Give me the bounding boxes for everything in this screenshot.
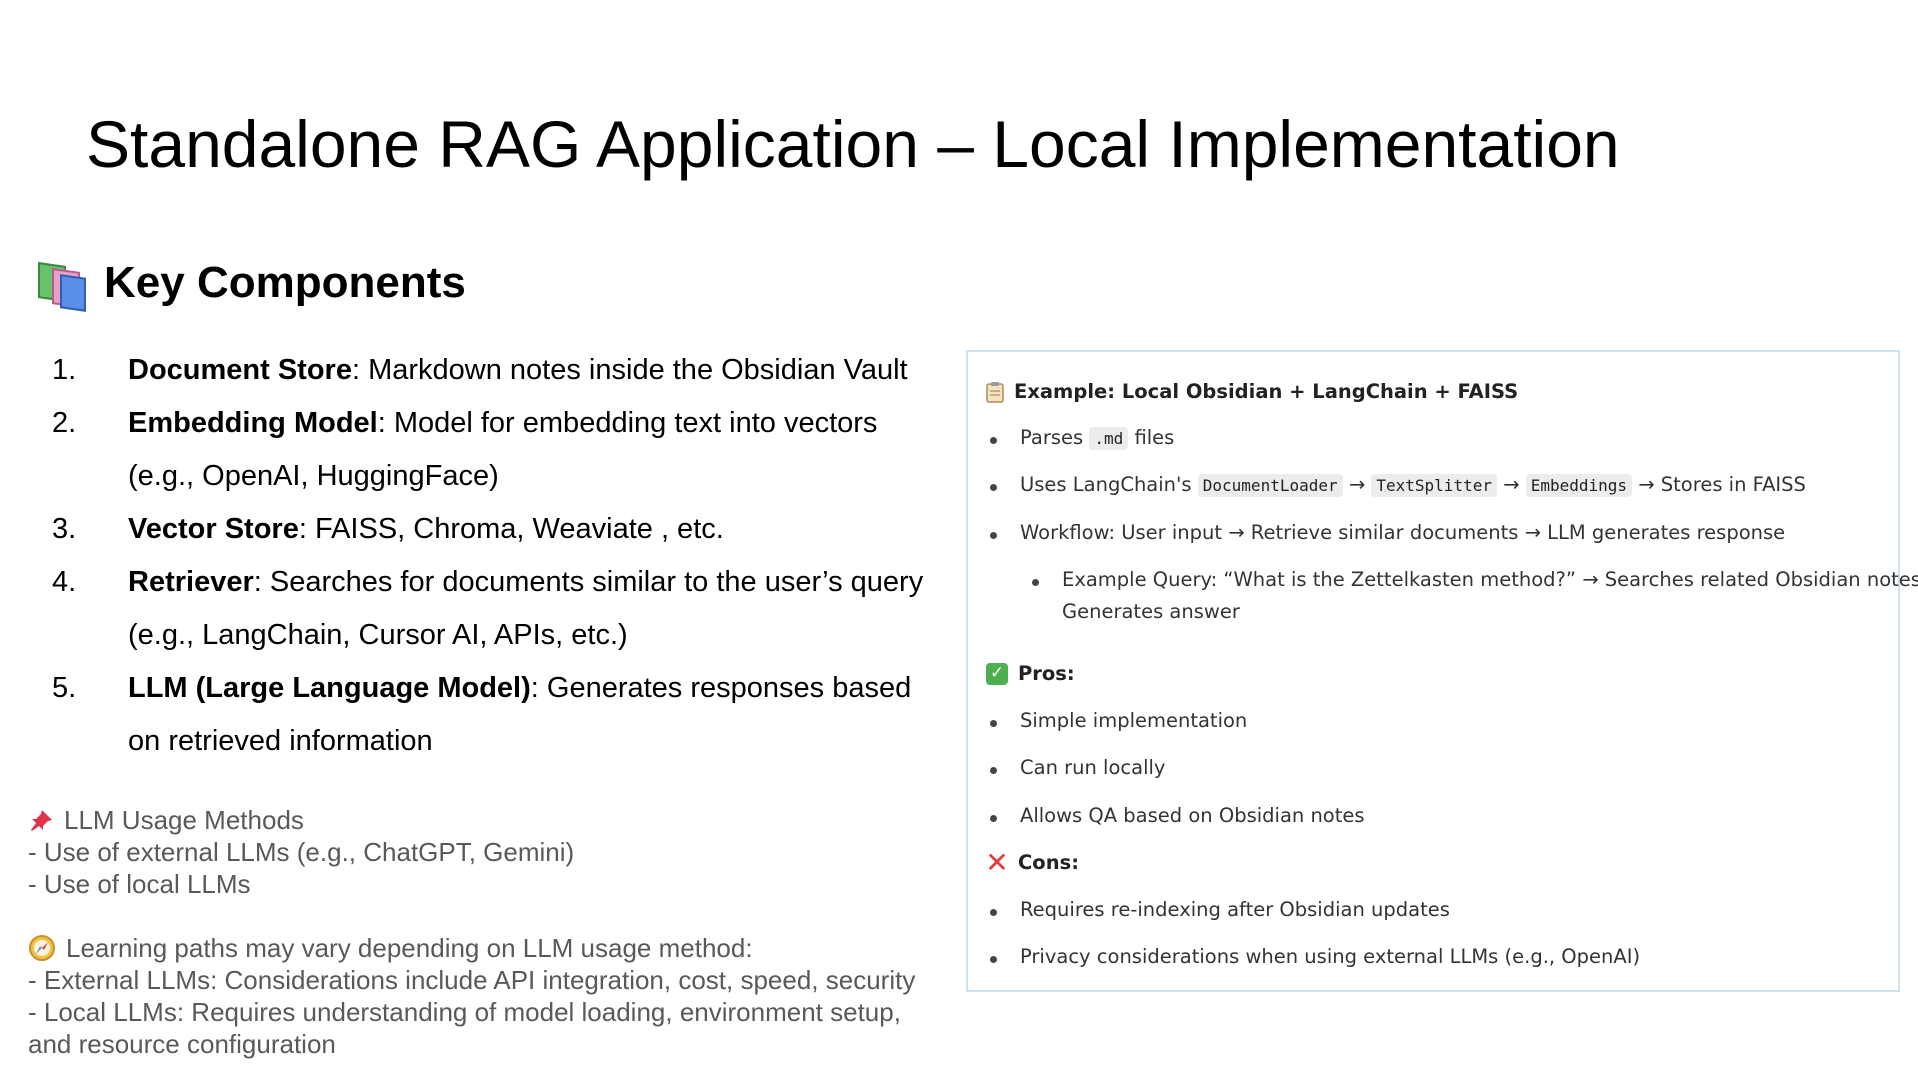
paths-line: - External LLMs: Considerations include … (28, 965, 916, 995)
usage-title: LLM Usage Methods (64, 805, 304, 835)
list-number: 1. (52, 354, 77, 386)
check-icon: ✓ (986, 662, 1008, 685)
list-item: Simple implementation (989, 709, 1248, 732)
paths-line: and resource configuration (28, 1029, 336, 1059)
llm-notes: LLM Usage Methods - Use of external LLMs… (28, 804, 915, 1060)
example-heading: Example: Local Obsidian + LangChain + FA… (986, 380, 1518, 403)
arrow: → (1348, 473, 1366, 496)
example-query-line: Example Query: “What is the Zettelkasten… (1062, 568, 1918, 591)
component-term: Embedding Model (128, 407, 378, 439)
paths-line: - Local LLMs: Requires understanding of … (28, 997, 901, 1027)
arrow: → (1503, 473, 1520, 496)
component-desc: : Markdown notes inside the Obsidian Vau… (351, 354, 908, 386)
embeddings-code: Embeddings (1525, 474, 1633, 497)
list-item: Requires re-indexing after Obsidian upda… (990, 898, 1450, 921)
cross-icon: ✕ (985, 845, 1009, 879)
uses-suffix: → Stores in FAISS (1638, 473, 1806, 496)
component-term: Retriever (128, 566, 254, 598)
component-desc: : FAISS, Chroma, Weaviate , etc. (298, 513, 724, 545)
list-item: 3. Vector Store: FAISS, Chroma, Weaviate… (50, 503, 950, 556)
parses-suffix: files (1134, 426, 1175, 449)
documentloader-code: DocumentLoader (1197, 474, 1343, 497)
cons-heading: ✕ Cons: (985, 845, 1079, 879)
usage-line: - Use of external LLMs (e.g., ChatGPT, G… (28, 837, 575, 867)
page-title: Standalone RAG Application – Local Imple… (86, 107, 1620, 181)
list-item: 2. Embedding Model: Model for embedding … (50, 397, 950, 503)
key-components-heading: Key Components (36, 258, 466, 312)
list-number: 3. (52, 513, 77, 545)
components-list: 1. Document Store: Markdown notes inside… (50, 344, 950, 768)
component-term: Vector Store (128, 513, 299, 545)
component-term: LLM (Large Language Model) (128, 672, 531, 704)
example-panel: Example: Local Obsidian + LangChain + FA… (966, 350, 1918, 992)
list-number: 5. (52, 672, 77, 704)
textsplitter-code: TextSplitter (1371, 474, 1497, 497)
example-heading-text: Example: Local Obsidian + LangChain + FA… (1014, 380, 1519, 403)
parses-prefix: Parses (1020, 426, 1084, 449)
list-item: 5. LLM (Large Language Model): Generates… (50, 662, 950, 768)
md-code: .md (1089, 427, 1129, 450)
list-item: Privacy considerations when using extern… (989, 945, 1641, 968)
sub-list-item: Example Query: “What is the Zettelkasten… (1032, 568, 1918, 623)
section-title: Key Components (104, 258, 466, 307)
list-item: 1. Document Store: Markdown notes inside… (50, 344, 950, 397)
uses-prefix: Uses LangChain's (1020, 473, 1192, 496)
books-icon (36, 260, 86, 312)
list-item: 4. Retriever: Searches for documents sim… (50, 556, 950, 662)
example-query-line: Generates answer (1062, 600, 1240, 623)
usage-line: - Use of local LLMs (28, 869, 251, 899)
paths-title-line: Learning paths may vary depending on LLM… (28, 932, 915, 964)
clipboard-icon (986, 381, 1004, 403)
pushpin-icon (31, 810, 52, 831)
paths-title: Learning paths may vary depending on LLM… (66, 933, 753, 963)
list-number: 2. (52, 407, 77, 439)
list-item: Uses LangChain's DocumentLoader → TextSp… (990, 473, 1806, 497)
list-item: Can run locally (989, 756, 1166, 779)
list-item: Workflow: User input → Retrieve similar … (989, 521, 1786, 544)
pros-heading: ✓ Pros: (986, 662, 1075, 685)
component-term: Document Store (128, 354, 352, 386)
list-item: Parses .md files (989, 426, 1175, 450)
cons-label: Cons: (1018, 851, 1079, 874)
list-item: Allows QA based on Obsidian notes (990, 804, 1365, 827)
compass-icon (29, 935, 55, 961)
pros-label: Pros: (1018, 662, 1075, 685)
usage-title-line: LLM Usage Methods (28, 804, 915, 836)
list-number: 4. (52, 566, 77, 598)
